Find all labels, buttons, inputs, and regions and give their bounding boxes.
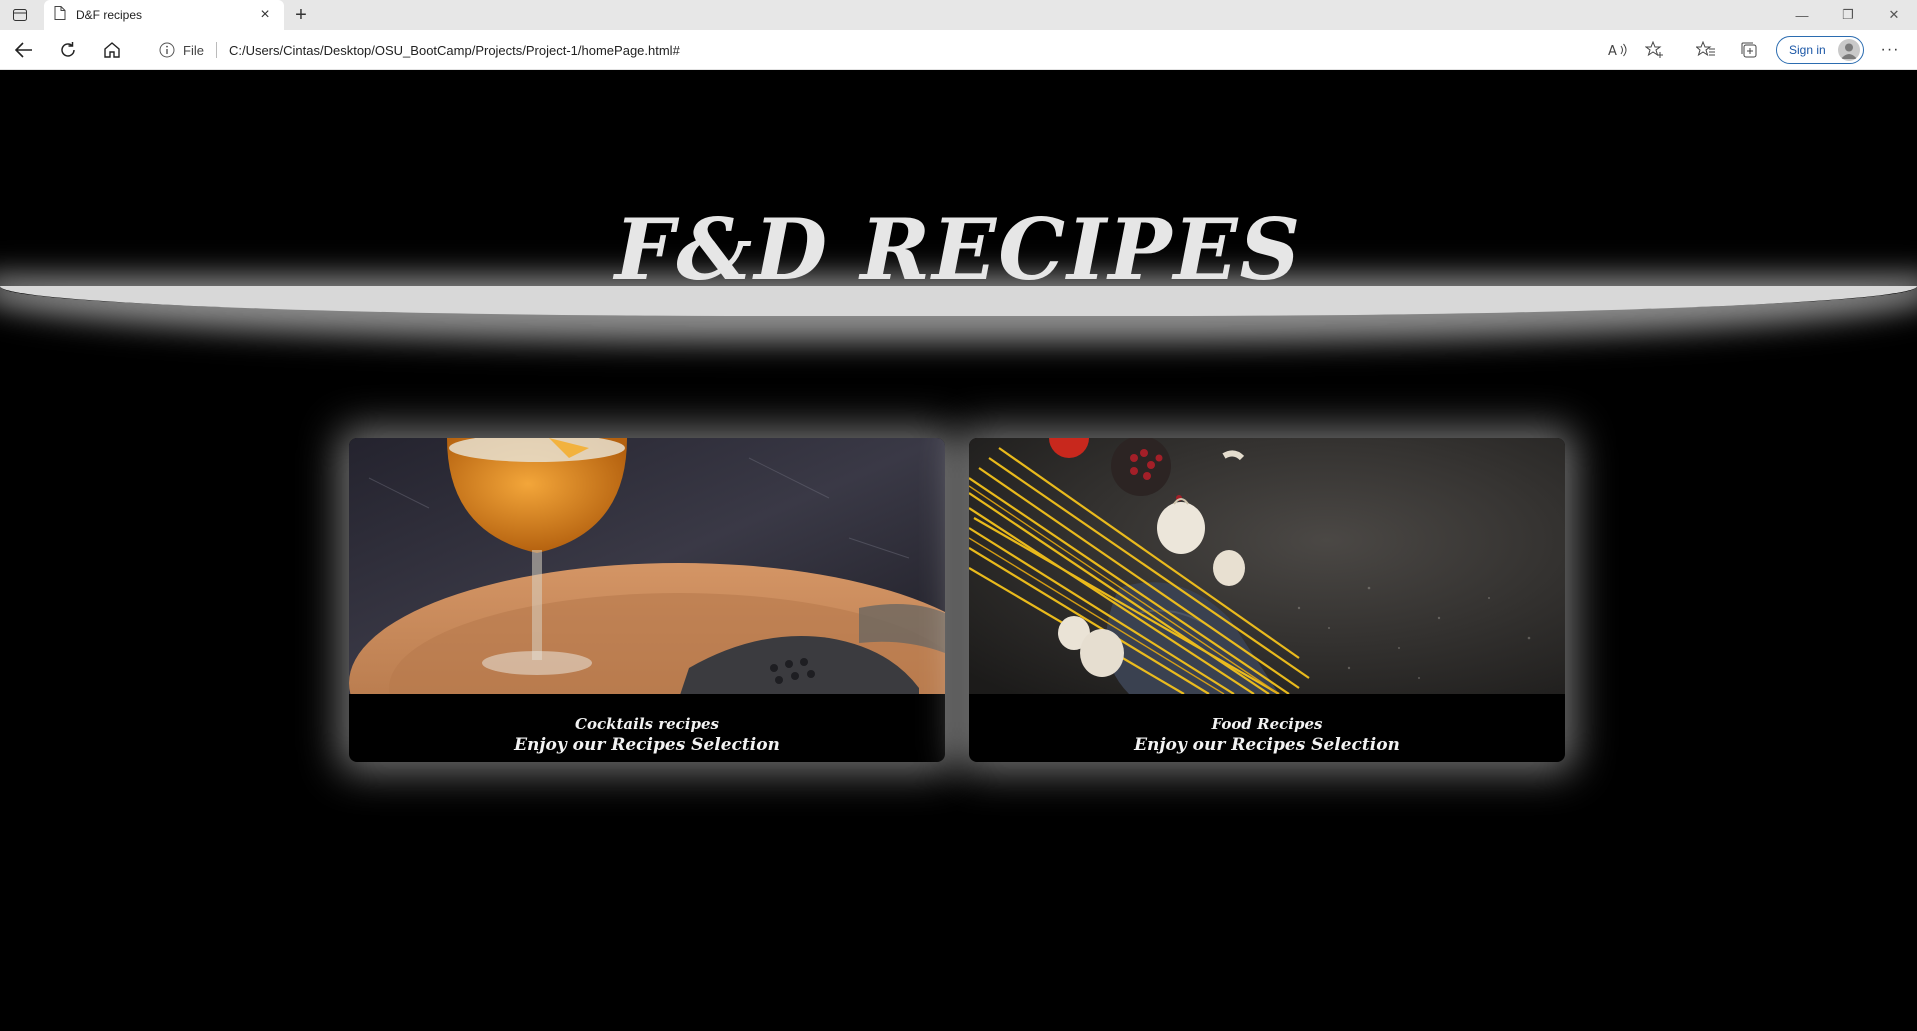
page-content: F&D RECIPES Cocktails recipes Enjoy our … bbox=[0, 70, 1917, 1031]
cocktails-caption: Cocktails recipes Enjoy our Recipes Sele… bbox=[349, 714, 945, 756]
card-title: Cocktails recipes bbox=[575, 715, 719, 733]
browser-tab[interactable]: D&F recipes × bbox=[44, 0, 284, 30]
card-subtitle: Enjoy our Recipes Selection bbox=[514, 735, 780, 755]
close-icon[interactable]: × bbox=[256, 6, 274, 24]
address-separator bbox=[215, 42, 217, 58]
address-bar[interactable]: File C:/Users/Cintas/Desktop/OSU_BootCam… bbox=[143, 35, 1695, 65]
minimize-icon[interactable]: — bbox=[1779, 0, 1825, 30]
window-controls: — ❐ ✕ bbox=[1779, 0, 1917, 30]
restore-icon[interactable]: ❐ bbox=[1825, 0, 1871, 30]
card-subtitle: Enjoy our Recipes Selection bbox=[1134, 735, 1400, 755]
close-window-icon[interactable]: ✕ bbox=[1871, 0, 1917, 30]
tab-actions-icon[interactable] bbox=[8, 5, 32, 25]
tab-title: D&F recipes bbox=[76, 8, 143, 22]
cocktails-card[interactable]: Cocktails recipes Enjoy our Recipes Sele… bbox=[349, 438, 945, 762]
cocktail-photo[interactable] bbox=[349, 438, 945, 694]
avatar-icon bbox=[1838, 39, 1860, 61]
card-title: Food Recipes bbox=[1211, 715, 1323, 733]
address-prefix: File bbox=[183, 42, 204, 58]
reload-icon[interactable] bbox=[52, 36, 84, 64]
page-title: F&D RECIPES bbox=[614, 200, 1303, 299]
info-icon[interactable] bbox=[159, 42, 175, 58]
plus-icon[interactable]: + bbox=[290, 4, 312, 26]
browser-toolbar: File C:/Users/Cintas/Desktop/OSU_BootCam… bbox=[0, 30, 1917, 70]
food-caption: Food Recipes Enjoy our Recipes Selection bbox=[969, 714, 1565, 756]
svg-text:A: A bbox=[1608, 44, 1617, 58]
more-icon[interactable]: ··· bbox=[1876, 38, 1904, 62]
read-aloud-icon[interactable]: A bbox=[1606, 39, 1630, 61]
sign-in-label: Sign in bbox=[1789, 43, 1826, 57]
url-text[interactable]: C:/Users/Cintas/Desktop/OSU_BootCamp/Pro… bbox=[229, 43, 680, 58]
food-card[interactable]: Food Recipes Enjoy our Recipes Selection bbox=[969, 438, 1565, 762]
collections-icon[interactable] bbox=[1737, 39, 1761, 61]
sign-in-button[interactable]: Sign in bbox=[1776, 36, 1864, 64]
favorites-icon[interactable] bbox=[1694, 39, 1718, 61]
star-plus-icon[interactable] bbox=[1643, 39, 1667, 61]
pasta-ingredients-photo[interactable] bbox=[969, 438, 1565, 694]
tab-bar: D&F recipes × + — ❐ ✕ bbox=[0, 0, 1917, 30]
page-icon bbox=[54, 5, 66, 25]
back-arrow-icon[interactable] bbox=[8, 36, 40, 64]
home-icon[interactable] bbox=[96, 36, 128, 64]
